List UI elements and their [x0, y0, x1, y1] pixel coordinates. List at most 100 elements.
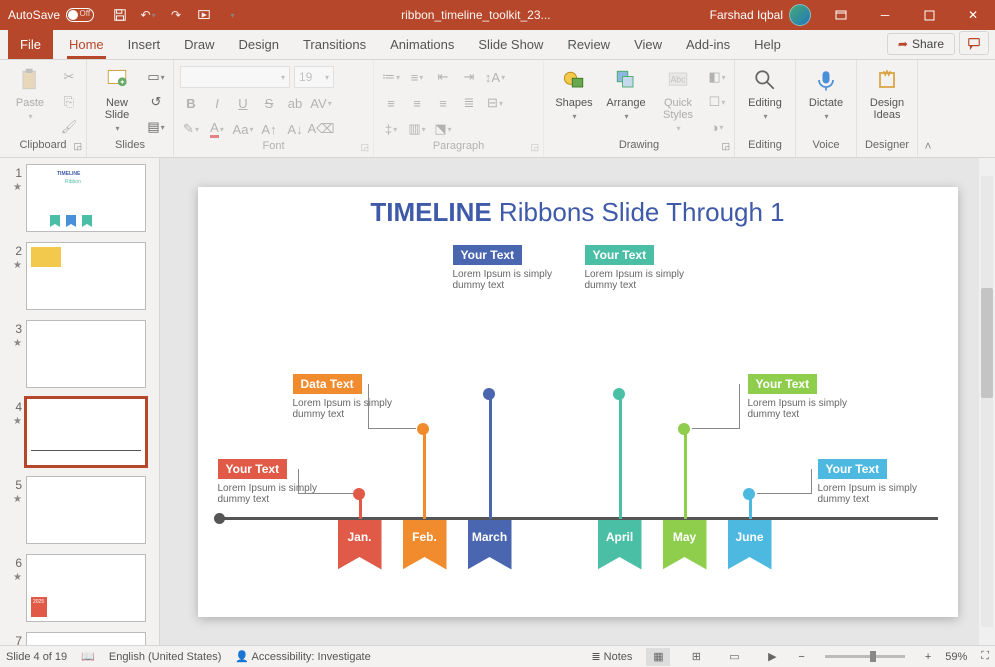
document-title: ribbon_timeline_toolkit_23... [250, 8, 702, 22]
tab-animations[interactable]: Animations [378, 29, 466, 59]
spellcheck-icon[interactable]: 📖 [81, 650, 95, 663]
justify-icon[interactable]: ≣ [458, 92, 480, 114]
paste-button[interactable]: Paste▾ [6, 62, 54, 125]
minimize-icon[interactable]: ─ [863, 0, 907, 30]
reading-view-icon[interactable]: ▭ [722, 648, 746, 666]
zoom-slider[interactable] [825, 655, 905, 658]
quick-styles-button[interactable]: AbcQuick Styles▾ [654, 62, 702, 137]
layout-icon[interactable]: ▭▾ [145, 66, 167, 88]
align-text-icon[interactable]: ⊟▾ [484, 92, 506, 114]
align-left-icon[interactable]: ≡ [380, 92, 402, 114]
font-family-input[interactable]: ▾ [180, 66, 290, 88]
tab-review[interactable]: Review [555, 29, 622, 59]
ribbon-display-icon[interactable] [819, 0, 863, 30]
tab-slideshow[interactable]: Slide Show [466, 29, 555, 59]
tab-view[interactable]: View [622, 29, 674, 59]
slide-indicator[interactable]: Slide 4 of 19 [6, 651, 67, 663]
tab-draw[interactable]: Draw [172, 29, 226, 59]
autosave-toggle[interactable]: AutoSave Off [0, 8, 102, 22]
fit-window-icon[interactable]: ⛶ [981, 650, 989, 663]
group-font: ▾ 19▾ B I U S ab AV▾ ✎▾ A▾ Aa▾ A↑ A↓ A⌫ … [174, 60, 374, 157]
tab-design[interactable]: Design [227, 29, 291, 59]
numbering-icon[interactable]: ≡▾ [406, 66, 428, 88]
comments-button[interactable] [959, 31, 989, 55]
accessibility-indicator[interactable]: 👤 Accessibility: Investigate [235, 650, 370, 663]
italic-icon[interactable]: I [206, 92, 228, 114]
clear-format-icon[interactable]: A⌫ [310, 118, 332, 140]
launcher-icon[interactable]: ◲ [360, 142, 369, 153]
cut-icon[interactable]: ✂ [58, 66, 80, 88]
dictate-button[interactable]: Dictate▾ [802, 62, 850, 125]
user-account[interactable]: Farshad Iqbal [702, 4, 819, 26]
new-slide-button[interactable]: ✦ New Slide▾ [93, 62, 141, 137]
thumbnail-4[interactable] [26, 398, 146, 466]
redo-icon[interactable]: ↷ [164, 3, 188, 27]
strike-icon[interactable]: S [258, 92, 280, 114]
tab-transitions[interactable]: Transitions [291, 29, 378, 59]
bullets-icon[interactable]: ≔▾ [380, 66, 402, 88]
text-direction-icon[interactable]: ↕A▾ [484, 66, 506, 88]
font-size-input[interactable]: 19▾ [294, 66, 334, 88]
thumbnail-3[interactable] [26, 320, 146, 388]
slideshow-view-icon[interactable]: ▶ [760, 648, 784, 666]
align-center-icon[interactable]: ≡ [406, 92, 428, 114]
language-indicator[interactable]: English (United States) [109, 651, 222, 663]
launcher-icon[interactable]: ◲ [721, 141, 730, 152]
font-color-icon[interactable]: A▾ [206, 118, 228, 140]
undo-icon[interactable]: ↶▾ [136, 3, 160, 27]
align-right-icon[interactable]: ≡ [432, 92, 454, 114]
highlight-icon[interactable]: ✎▾ [180, 118, 202, 140]
zoom-in-icon[interactable]: + [925, 651, 931, 663]
editing-button[interactable]: Editing▾ [741, 62, 789, 125]
line-spacing-icon[interactable]: ‡▾ [380, 118, 402, 140]
change-case-icon[interactable]: Aa▾ [232, 118, 254, 140]
section-icon[interactable]: ▤▾ [145, 116, 167, 138]
zoom-level[interactable]: 59% [945, 651, 967, 663]
shapes-button[interactable]: Shapes▾ [550, 62, 598, 125]
design-ideas-button[interactable]: Design Ideas [863, 62, 911, 125]
indent-left-icon[interactable]: ⇤ [432, 66, 454, 88]
save-icon[interactable] [108, 3, 132, 27]
toggle-switch[interactable]: Off [66, 8, 94, 22]
maximize-icon[interactable] [907, 0, 951, 30]
format-painter-icon[interactable]: 🖌 [58, 116, 80, 138]
reset-icon[interactable]: ↺ [145, 91, 167, 113]
bold-icon[interactable]: B [180, 92, 202, 114]
thumbnail-2[interactable] [26, 242, 146, 310]
shrink-font-icon[interactable]: A↓ [284, 118, 306, 140]
notes-button[interactable]: ≣ Notes [591, 650, 632, 663]
spacing-icon[interactable]: AV▾ [310, 92, 332, 114]
columns-icon[interactable]: ▥▾ [406, 118, 428, 140]
thumbnail-5[interactable] [26, 476, 146, 544]
vertical-scrollbar[interactable] [979, 158, 995, 645]
slide-canvas[interactable]: TIMELINE Ribbons Slide Through 1 Jan. Fe… [160, 158, 995, 645]
launcher-icon[interactable]: ◲ [530, 142, 539, 153]
indent-right-icon[interactable]: ⇥ [458, 66, 480, 88]
thumbnail-1[interactable]: TIMELINERibbon [26, 164, 146, 232]
qat-more-icon[interactable]: ▾ [220, 3, 244, 27]
normal-view-icon[interactable]: ▦ [646, 648, 670, 666]
close-icon[interactable]: ✕ [951, 0, 995, 30]
tab-home[interactable]: Home [57, 29, 116, 59]
launcher-icon[interactable]: ◲ [73, 141, 82, 152]
zoom-out-icon[interactable]: − [798, 651, 804, 663]
copy-icon[interactable]: ⎘ [58, 91, 80, 113]
shape-outline-icon[interactable]: ☐▾ [706, 91, 728, 113]
collapse-ribbon-icon[interactable]: ˄ [918, 60, 938, 157]
tab-help[interactable]: Help [742, 29, 793, 59]
shadow-icon[interactable]: ab [284, 92, 306, 114]
thumbnail-7[interactable] [26, 632, 146, 645]
smartart-icon[interactable]: ⬔▾ [432, 118, 454, 140]
sorter-view-icon[interactable]: ⊞ [684, 648, 708, 666]
thumbnail-6[interactable]: 2025 [26, 554, 146, 622]
tab-insert[interactable]: Insert [116, 29, 173, 59]
arrange-button[interactable]: Arrange▾ [602, 62, 650, 125]
tab-file[interactable]: File [8, 29, 53, 59]
tab-addins[interactable]: Add-ins [674, 29, 742, 59]
grow-font-icon[interactable]: A↑ [258, 118, 280, 140]
shape-effects-icon[interactable]: ◑▾ [706, 116, 728, 138]
from-beginning-icon[interactable] [192, 3, 216, 27]
underline-icon[interactable]: U [232, 92, 254, 114]
share-button[interactable]: ➦Share [887, 33, 955, 55]
shape-fill-icon[interactable]: ◧▾ [706, 66, 728, 88]
